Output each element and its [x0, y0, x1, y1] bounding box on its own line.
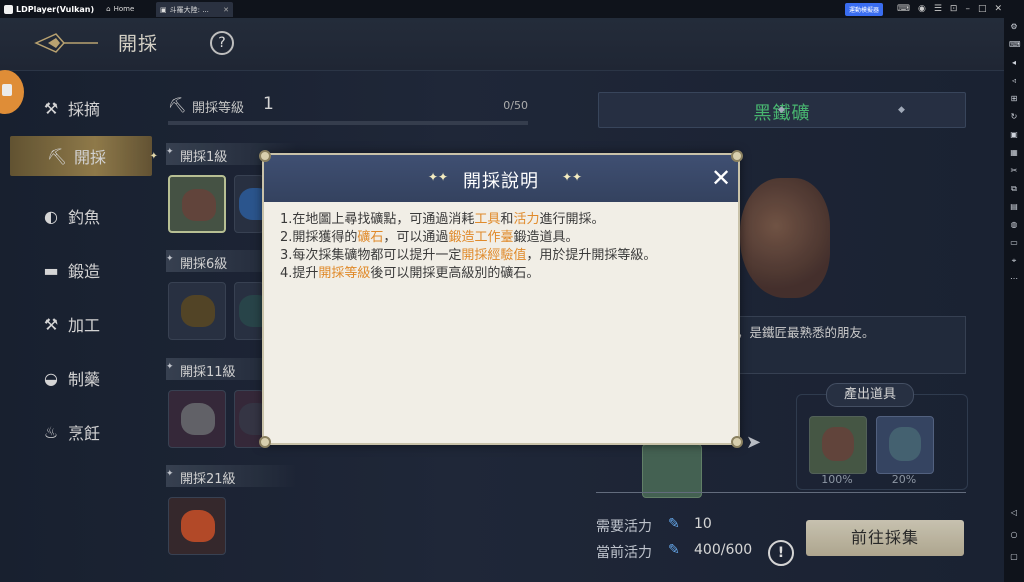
account-icon[interactable]: ◉ [918, 4, 926, 14]
dialog-text: ，可以通過 [383, 230, 449, 245]
highlight-text: 開採等級 [318, 266, 371, 281]
home-tab[interactable]: ⌂ Home [106, 5, 134, 13]
window-titlebar: LDPlayer(Vulkan) ⌂ Home ▣ 斗羅大陸: ... ✕ 運動模擬器… [0, 0, 1024, 18]
corner-ornament [731, 436, 743, 448]
window-controls: 運動模擬器 ⌨ ◉ ☰ ⊡ – □ ✕ [844, 2, 1002, 16]
home-icon: ⌂ [106, 5, 111, 13]
record-icon[interactable]: ▣ [1009, 130, 1019, 140]
dialog-text: 3.每次採集礦物都可以提升一定 [280, 248, 462, 263]
dialog-text: 2.開採獲得的 [280, 230, 358, 245]
dialog-title: 開採說明 [463, 171, 539, 192]
maximize-icon[interactable]: □ [978, 4, 987, 14]
dialog-text: 進行開採。 [539, 212, 605, 227]
operation-icon[interactable]: ◍ [1009, 220, 1019, 230]
app-name: LDPlayer(Vulkan) [16, 4, 95, 14]
close-window-icon[interactable]: ✕ [994, 4, 1002, 14]
location-icon[interactable]: ⌖ [1009, 256, 1019, 266]
menu-icon[interactable]: ☰ [934, 4, 942, 14]
cut-icon[interactable]: ✂ [1009, 166, 1019, 176]
volume-down-icon[interactable]: ◃ [1009, 76, 1019, 86]
rotate-icon[interactable]: ↻ [1009, 112, 1019, 122]
minimize-icon[interactable]: – [965, 4, 970, 14]
highlight-text: 工具 [474, 212, 501, 227]
dialog-text: 和 [500, 212, 514, 227]
mining-help-dialog: ✦✦ 開採說明 ✦✦ ✕ 1.在地圖上尋找礦點，可通過消耗工具和活力進行開採。 2… [259, 150, 743, 448]
corner-ornament [259, 150, 271, 162]
folder-icon[interactable]: ▭ [1009, 238, 1019, 248]
corner-ornament [259, 436, 271, 448]
dialog-text: 1.在地圖上尋找礦點，可通過消耗 [280, 212, 475, 227]
game-screen: 開採 ? ⚒ 採摘 ⛏ 開採 ✦ ◐ 釣魚 ▬ 鍛造 ⚒ 加工 ◒ 制藥 ♨ 烹飪 ⛏ 開採等級… [0, 18, 1004, 582]
dialog-line: 1.在地圖上尋找礦點，可通過消耗工具和活力進行開採。 [280, 211, 730, 229]
dialog-header: ✦✦ 開採說明 ✦✦ ✕ [264, 155, 738, 202]
dialog-text: 後可以開採更高級別的礦石。 [370, 266, 540, 281]
sync-icon[interactable]: ▤ [1009, 202, 1019, 212]
home-label: Home [113, 5, 135, 13]
highlight-text: 活力 [513, 212, 540, 227]
gamepad-icon[interactable]: ⌨ [897, 4, 910, 14]
recent-apps-icon[interactable]: ▢ [1009, 552, 1019, 562]
dialog-line: 4.提升開採等級後可以開採更高級別的礦石。 [280, 265, 730, 283]
volume-up-icon[interactable]: ◂ [1009, 58, 1019, 68]
back-icon[interactable]: ◁ [1009, 508, 1019, 518]
game-tab[interactable]: ▣ 斗羅大陸: ... ✕ [156, 2, 233, 17]
home-nav-icon[interactable]: ○ [1009, 530, 1019, 540]
dialog-line: 2.開採獲得的礦石，可以通過鍛造工作臺鍛造道具。 [280, 229, 730, 247]
fullscreen-icon[interactable]: ⊡ [950, 4, 958, 14]
emulator-toolbar: ⚙ ⌨ ◂ ◃ ⊞ ↻ ▣ ▦ ✂ ⧉ ▤ ◍ ▭ ⌖ ⋯ ◁ ○ ▢ [1004, 18, 1024, 582]
app-logo: LDPlayer(Vulkan) [4, 4, 95, 14]
ldplayer-icon [4, 4, 13, 14]
close-icon[interactable]: ✕ [708, 165, 734, 191]
sparkle-icon: ✦✦ [562, 170, 583, 184]
dialog-text: ，用於提升開採等級。 [526, 248, 657, 263]
screenshot-icon[interactable]: ⊞ [1009, 94, 1019, 104]
more-icon[interactable]: ⋯ [1009, 274, 1019, 284]
highlight-text: 礦石 [357, 230, 384, 245]
game-tab-icon: ▣ [160, 5, 167, 14]
multi-instance-icon[interactable]: ⧉ [1009, 184, 1019, 194]
dialog-body: 1.在地圖上尋找礦點，可通過消耗工具和活力進行開採。 2.開採獲得的礦石，可以通過… [280, 211, 730, 283]
highlight-text: 開採經驗值 [461, 248, 527, 263]
settings-icon[interactable]: ⚙ [1009, 22, 1019, 32]
keyboard-icon[interactable]: ⌨ [1009, 40, 1021, 50]
close-tab-icon[interactable]: ✕ [223, 6, 229, 14]
highlight-text: 鍛造工作臺 [448, 230, 514, 245]
dialog-text: 鍛造道具。 [513, 230, 579, 245]
dialog-text: 4.提升 [280, 266, 319, 281]
game-tab-label: 斗羅大陸: ... [169, 5, 209, 14]
sync-button[interactable]: 運動模擬器 [844, 2, 883, 16]
apk-icon[interactable]: ▦ [1009, 148, 1019, 158]
corner-ornament [731, 150, 743, 162]
dialog-line: 3.每次採集礦物都可以提升一定開採經驗值，用於提升開採等級。 [280, 247, 730, 265]
